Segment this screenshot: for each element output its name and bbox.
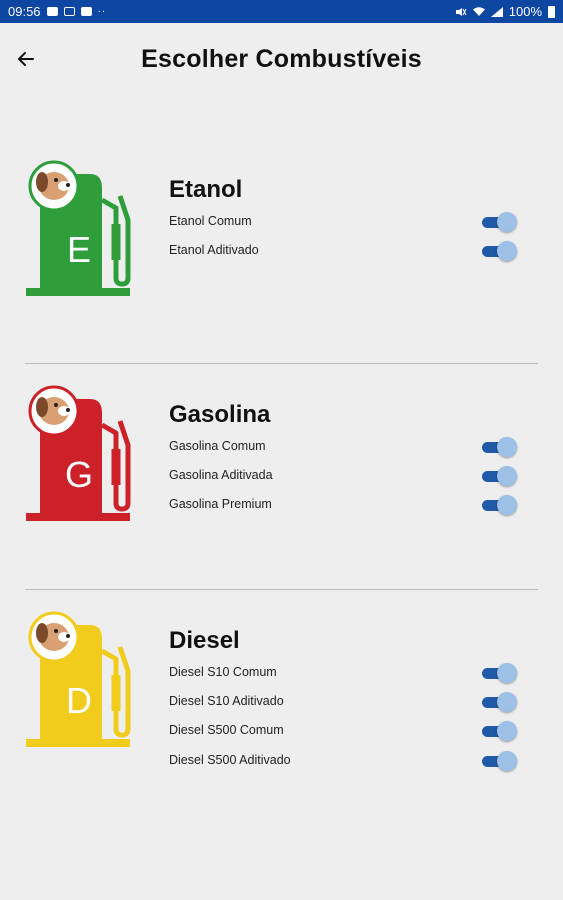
fuel-pump-icon: G xyxy=(24,385,134,525)
fuel-option-toggle[interactable] xyxy=(482,663,517,683)
wifi-icon xyxy=(472,6,485,16)
fuel-option-toggle[interactable] xyxy=(482,721,517,741)
toggle-thumb xyxy=(497,721,517,741)
fuel-section-etanol: E Etanol Etanol Comum Etanol Aditivado xyxy=(0,158,563,358)
fuel-option: Gasolina Aditivada xyxy=(169,465,539,489)
signal-icon xyxy=(490,6,503,17)
fuel-pump-icon: E xyxy=(24,160,134,300)
fuel-option-label: Diesel S10 Comum xyxy=(169,665,277,679)
status-left: 09:56 ·· xyxy=(8,4,106,19)
status-right: 100% xyxy=(455,4,555,19)
toggle-thumb xyxy=(497,751,517,771)
toggle-thumb xyxy=(497,466,517,486)
fuel-option: Etanol Aditivado xyxy=(169,240,539,264)
fuel-option: Diesel S500 Aditivado xyxy=(169,750,539,774)
pump-graphic: G xyxy=(26,385,131,521)
fuel-option: Diesel S10 Comum xyxy=(169,662,539,686)
fuel-option-label: Diesel S500 Aditivado xyxy=(169,753,291,767)
toggle-thumb xyxy=(497,495,517,515)
fuel-option: Gasolina Comum xyxy=(169,436,539,460)
fuel-option-label: Etanol Aditivado xyxy=(169,243,259,257)
status-bar: 09:56 ·· 100% xyxy=(0,0,563,23)
fuel-option-toggle[interactable] xyxy=(482,751,517,771)
battery-percent: 100% xyxy=(508,4,542,19)
fuel-option-toggle[interactable] xyxy=(482,495,517,515)
fuel-pump-icon: D xyxy=(24,611,134,751)
section-divider xyxy=(25,589,538,590)
fuel-section-gasolina: G Gasolina Gasolina Comum Gasolina Aditi… xyxy=(0,383,563,583)
fuel-title: Gasolina xyxy=(169,401,271,428)
pump-graphic: E xyxy=(26,160,131,296)
fuel-title: Diesel xyxy=(169,627,240,654)
mute-icon xyxy=(455,7,467,16)
app-header: Escolher Combustíveis xyxy=(0,23,563,98)
video-notification-icon xyxy=(80,7,92,16)
status-time: 09:56 xyxy=(8,4,41,19)
youtube-notification-icon xyxy=(63,7,75,16)
fuel-option-toggle[interactable] xyxy=(482,437,517,457)
fuel-option: Gasolina Premium xyxy=(169,494,539,518)
fuel-option-toggle[interactable] xyxy=(482,212,517,232)
fuel-option-label: Gasolina Comum xyxy=(169,439,266,453)
fuel-title: Etanol xyxy=(169,176,243,203)
fuel-option-label: Gasolina Aditivada xyxy=(169,468,273,482)
fuel-option-label: Gasolina Premium xyxy=(169,497,272,511)
pump-graphic: D xyxy=(26,611,131,747)
fuel-option-label: Diesel S10 Aditivado xyxy=(169,694,284,708)
page-title: Escolher Combustíveis xyxy=(141,45,422,73)
svg-text:E: E xyxy=(67,229,91,270)
fuel-option: Diesel S500 Comum xyxy=(169,720,539,744)
svg-text:D: D xyxy=(66,680,92,721)
fuel-option: Diesel S10 Aditivado xyxy=(169,691,539,715)
toggle-thumb xyxy=(497,663,517,683)
fuel-option-toggle[interactable] xyxy=(482,241,517,261)
section-divider xyxy=(25,363,538,364)
fuel-option-label: Diesel S500 Comum xyxy=(169,723,284,737)
toggle-thumb xyxy=(497,437,517,457)
fuel-option-toggle[interactable] xyxy=(482,466,517,486)
battery-icon xyxy=(548,5,555,18)
toggle-thumb xyxy=(497,212,517,232)
image-notification-icon xyxy=(46,7,58,16)
svg-text:G: G xyxy=(65,454,93,495)
fuel-section-diesel: D Diesel Diesel S10 Comum Diesel S10 Adi… xyxy=(0,609,563,809)
toggle-thumb xyxy=(497,241,517,261)
fuel-option-label: Etanol Comum xyxy=(169,214,252,228)
toggle-thumb xyxy=(497,692,517,712)
fuel-option-toggle[interactable] xyxy=(482,692,517,712)
fuel-option: Etanol Comum xyxy=(169,211,539,235)
more-notifications-icon: ·· xyxy=(97,6,107,17)
